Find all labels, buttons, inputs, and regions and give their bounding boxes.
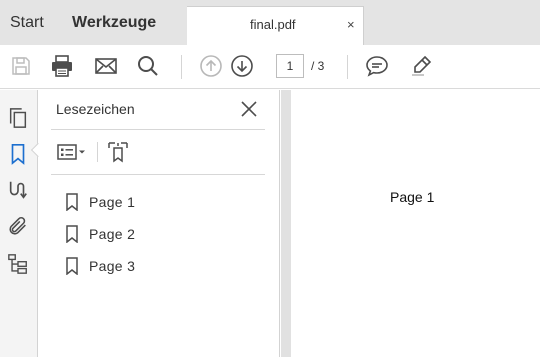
bookmark-icon — [66, 193, 78, 211]
navigation-rail — [0, 90, 38, 357]
tab-bar: Start Werkzeuge final.pdf × — [0, 0, 540, 45]
bookmarks-panel: Lesezeichen Page 1 Page 2 Page 3 — [39, 90, 280, 357]
bookmark-options-button[interactable] — [57, 140, 87, 164]
document-page[interactable]: Page 1 — [291, 90, 540, 357]
bookmark-list: Page 1 Page 2 Page 3 — [65, 186, 135, 282]
email-icon[interactable] — [93, 53, 119, 79]
page-thumbnails-icon[interactable] — [6, 106, 30, 130]
toolbar-divider — [347, 55, 348, 79]
page-total: / 3 — [311, 59, 325, 73]
tab-start[interactable]: Start — [10, 14, 44, 32]
bookmark-label: Page 2 — [89, 226, 136, 242]
save-icon[interactable] — [8, 53, 34, 79]
close-tab-icon[interactable]: × — [347, 17, 355, 32]
panel-title: Lesezeichen — [56, 101, 135, 117]
bookmark-icon — [66, 257, 78, 275]
bookmark-item[interactable]: Page 2 — [65, 218, 135, 250]
document-tab-title: final.pdf — [250, 17, 296, 32]
highlight-pen-icon[interactable] — [408, 53, 434, 79]
toolbar-divider — [181, 55, 182, 79]
tab-tools[interactable]: Werkzeuge — [72, 14, 156, 32]
print-icon[interactable] — [49, 53, 75, 79]
previous-page-icon[interactable] — [198, 53, 224, 79]
panel-tool-divider — [97, 142, 98, 162]
bookmark-icon[interactable] — [6, 142, 30, 166]
panel-divider — [51, 174, 265, 175]
bookmark-label: Page 3 — [89, 258, 136, 274]
next-page-icon[interactable] — [229, 53, 255, 79]
page-content-text: Page 1 — [390, 189, 435, 205]
signatures-icon[interactable] — [6, 178, 30, 202]
bookmark-label: Page 1 — [89, 194, 136, 210]
bookmark-icon — [66, 225, 78, 243]
panel-divider — [51, 129, 265, 130]
tab-document[interactable]: final.pdf × — [187, 6, 364, 45]
content-tree-icon[interactable] — [6, 252, 30, 276]
toolbar: 1 / 3 — [0, 45, 540, 89]
document-gutter — [281, 90, 291, 357]
close-panel-icon[interactable] — [239, 99, 259, 119]
page-number-input[interactable]: 1 — [276, 54, 304, 78]
bookmark-item[interactable]: Page 1 — [65, 186, 135, 218]
bookmark-item[interactable]: Page 3 — [65, 250, 135, 282]
expand-bookmark-icon[interactable] — [106, 140, 130, 164]
attachments-icon[interactable] — [6, 214, 30, 238]
search-icon[interactable] — [135, 53, 161, 79]
comment-icon[interactable] — [364, 53, 390, 79]
